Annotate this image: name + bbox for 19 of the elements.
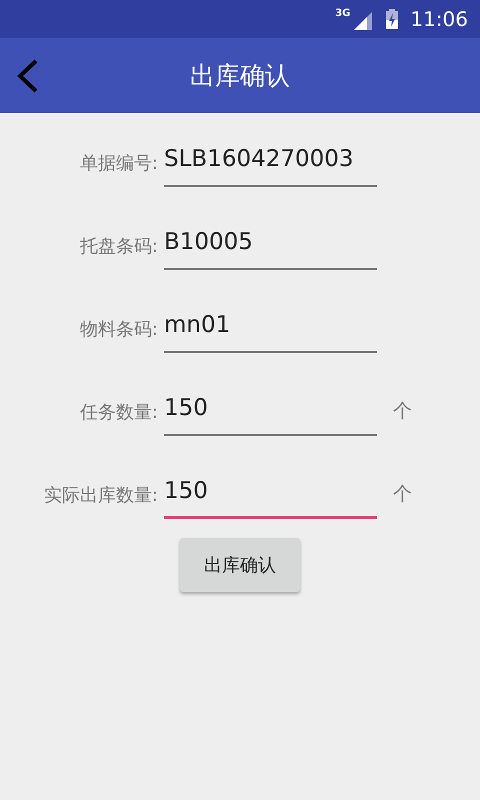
- field-label: 任务数量:: [78, 401, 158, 425]
- field-label: 托盘条码:: [78, 235, 158, 259]
- unit-label: 个: [393, 399, 412, 424]
- clock: 11:06: [410, 7, 468, 31]
- network-type: 3G: [335, 8, 350, 19]
- unit-label: 个: [393, 482, 412, 507]
- input-field[interactable]: 150: [164, 473, 377, 519]
- confirm-button[interactable]: 出库确认: [180, 538, 300, 592]
- field-label: 单据编号:: [78, 152, 158, 176]
- field-label: 实际出库数量:: [42, 484, 158, 508]
- back-icon[interactable]: [16, 59, 38, 93]
- input-field[interactable]: mn01: [164, 307, 377, 353]
- signal-icon: [354, 12, 372, 30]
- input-field[interactable]: SLB1604270003: [164, 141, 377, 187]
- input-field[interactable]: 150: [164, 390, 377, 436]
- screen-title: 出库确认: [190, 60, 290, 92]
- field-label: 物料条码:: [78, 318, 158, 342]
- battery-charging-icon: [386, 9, 398, 29]
- input-field[interactable]: B10005: [164, 224, 377, 270]
